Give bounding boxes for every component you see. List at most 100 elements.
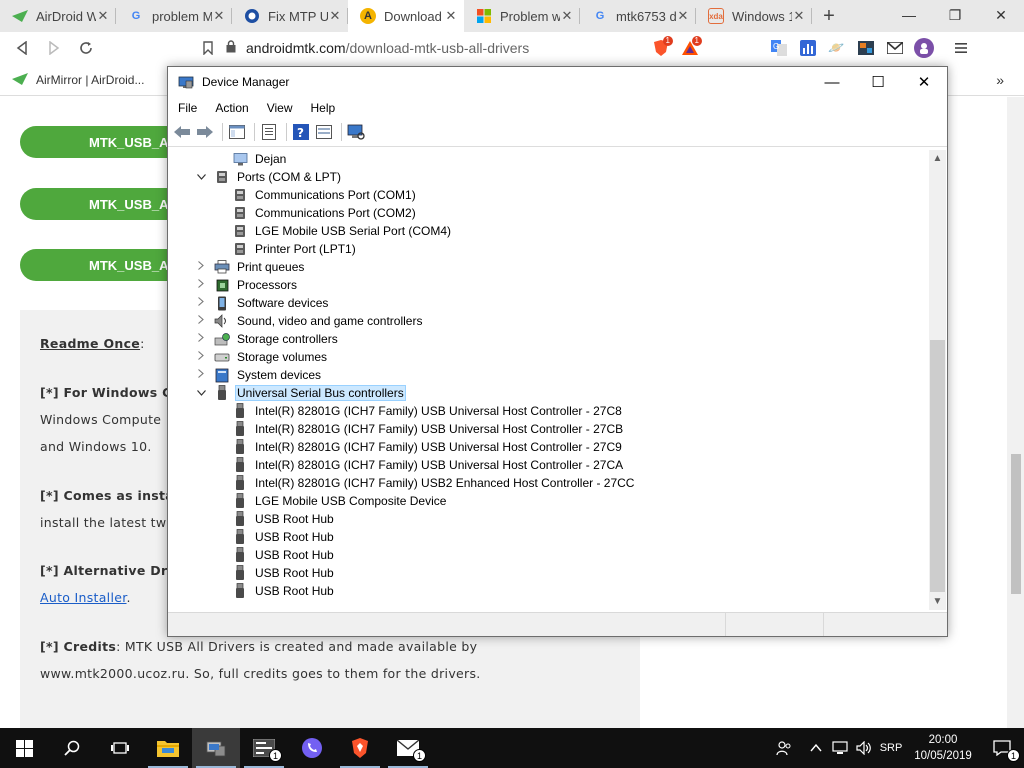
tree-device[interactable]: USB Root Hub	[232, 528, 336, 546]
minimize-button[interactable]: —	[886, 0, 932, 30]
reload-button[interactable]	[70, 32, 102, 64]
view-icon[interactable]	[314, 122, 334, 142]
close-icon[interactable]: ✕	[676, 8, 690, 24]
volume-icon[interactable]	[852, 741, 876, 755]
tab-fix-mtp[interactable]: Fix MTP US ✕	[232, 0, 348, 32]
maximize-button[interactable]: ❐	[932, 0, 978, 30]
tree-device[interactable]: Communications Port (COM2)	[232, 204, 418, 222]
close-icon[interactable]: ✕	[212, 8, 226, 24]
tree-category[interactable]: Processors	[194, 276, 299, 294]
close-button[interactable]: ✕	[978, 0, 1024, 30]
tree-device[interactable]: Dejan	[232, 150, 288, 168]
tab-problem-m[interactable]: G problem M ✕	[116, 0, 232, 32]
clock[interactable]: 20:00 10/05/2019	[906, 732, 980, 764]
tree-category[interactable]: Print queues	[194, 258, 306, 276]
menu-action[interactable]: Action	[205, 101, 256, 115]
tree-category[interactable]: System devices	[194, 366, 323, 384]
chevron-up-icon[interactable]	[804, 744, 828, 752]
tab-download[interactable]: A Download ✕	[348, 0, 464, 32]
chevron-right-icon[interactable]	[194, 315, 208, 327]
tree-device[interactable]: USB Root Hub	[232, 546, 336, 564]
tab-windows[interactable]: xda Windows 1 ✕	[696, 0, 812, 32]
device-tree-scrollbar[interactable]: ▲ ▼	[929, 150, 946, 610]
forward-arrow-icon[interactable]	[195, 122, 215, 142]
scroll-down-icon[interactable]: ▼	[929, 593, 946, 610]
new-tab-button[interactable]: +	[812, 0, 846, 32]
scroll-up-icon[interactable]: ▲	[929, 150, 946, 167]
tree-device[interactable]: Communications Port (COM1)	[232, 186, 418, 204]
tree-category[interactable]: Ports (COM & LPT)	[194, 168, 343, 186]
tree-device[interactable]: Intel(R) 82801G (ICH7 Family) USB2 Enhan…	[232, 474, 636, 492]
start-button[interactable]	[0, 728, 48, 768]
tab-problem-w[interactable]: Problem w ✕	[464, 0, 580, 32]
scan-hardware-icon[interactable]	[346, 122, 366, 142]
help-icon[interactable]: ?	[291, 122, 311, 142]
language-indicator[interactable]: SRP	[876, 742, 906, 754]
tree-device[interactable]: LGE Mobile USB Composite Device	[232, 492, 448, 510]
tree-category[interactable]: Storage controllers	[194, 330, 340, 348]
tab-airdroid[interactable]: AirDroid W ✕	[0, 0, 116, 32]
close-icon[interactable]: ✕	[444, 8, 458, 24]
chevron-right-icon[interactable]	[194, 351, 208, 363]
menu-view[interactable]: View	[257, 101, 301, 115]
tree-device[interactable]: USB Root Hub	[232, 510, 336, 528]
tree-device[interactable]: Printer Port (LPT1)	[232, 240, 358, 258]
screen-extension-icon[interactable]	[851, 37, 880, 59]
chevron-right-icon[interactable]	[194, 297, 208, 309]
chevron-right-icon[interactable]	[194, 369, 208, 381]
back-button[interactable]	[6, 32, 38, 64]
dm-minimize-button[interactable]: —	[809, 67, 855, 97]
tab-mtk6753[interactable]: G mtk6753 d ✕	[580, 0, 696, 32]
tree-device[interactable]: USB Root Hub	[232, 564, 336, 582]
close-icon[interactable]: ✕	[792, 8, 806, 24]
chevron-right-icon[interactable]	[194, 261, 208, 273]
bookmarks-overflow-icon[interactable]: »	[996, 72, 1004, 88]
translate-icon[interactable]: G	[764, 37, 793, 59]
tree-category[interactable]: Sound, video and game controllers	[194, 312, 424, 330]
file-explorer-button[interactable]	[144, 728, 192, 768]
chevron-right-icon[interactable]	[194, 279, 208, 291]
dm-maximize-button[interactable]: ☐	[855, 67, 901, 97]
device-tree-scrollbar-thumb[interactable]	[930, 340, 945, 592]
auto-installer-link[interactable]: Auto Installer	[40, 590, 127, 605]
tree-category[interactable]: Universal Serial Bus controllers	[194, 384, 406, 402]
mail-extension-icon[interactable]	[880, 37, 909, 59]
close-icon[interactable]: ✕	[560, 8, 574, 24]
device-manager-titlebar[interactable]: Device Manager — ☐ ✕	[168, 67, 947, 97]
menu-icon[interactable]	[946, 37, 975, 59]
forward-button[interactable]	[38, 32, 70, 64]
tree-category[interactable]: Software devices	[194, 294, 330, 312]
menu-help[interactable]: Help	[301, 101, 344, 115]
bat-rewards-icon[interactable]: 1	[675, 36, 704, 59]
viber-button[interactable]	[288, 728, 336, 768]
device-tree[interactable]: Dejan Ports (COM & LPT) Communications Por…	[170, 150, 931, 610]
network-icon[interactable]	[828, 741, 852, 755]
brave-browser-button[interactable]	[336, 728, 384, 768]
close-icon[interactable]: ✕	[96, 8, 110, 24]
search-button[interactable]	[48, 728, 96, 768]
action-center-button[interactable]: 1	[980, 728, 1024, 768]
properties-icon[interactable]	[259, 122, 279, 142]
tree-device[interactable]: LGE Mobile USB Serial Port (COM4)	[232, 222, 453, 240]
tree-device[interactable]: Intel(R) 82801G (ICH7 Family) USB Univer…	[232, 402, 624, 420]
chevron-right-icon[interactable]	[194, 333, 208, 345]
device-manager-taskbar-button[interactable]	[192, 728, 240, 768]
tree-device[interactable]: USB Root Hub	[232, 582, 336, 600]
profile-avatar[interactable]	[909, 37, 938, 59]
stats-extension-icon[interactable]	[793, 37, 822, 59]
bookmark-airmirror[interactable]: AirMirror | AirDroid...	[12, 72, 144, 87]
chevron-down-icon[interactable]	[194, 388, 208, 399]
task-view-button[interactable]	[96, 728, 144, 768]
page-scrollbar-thumb[interactable]	[1011, 454, 1021, 594]
tree-device[interactable]: Intel(R) 82801G (ICH7 Family) USB Univer…	[232, 420, 625, 438]
page-scrollbar[interactable]	[1007, 97, 1024, 728]
planet-extension-icon[interactable]: 🪐	[822, 37, 851, 59]
dm-close-button[interactable]: ✕	[901, 67, 947, 97]
close-icon[interactable]: ✕	[328, 8, 342, 24]
brave-shield-icon[interactable]: 1	[646, 36, 675, 59]
show-hide-console-tree-icon[interactable]	[227, 122, 247, 142]
tree-category[interactable]: Storage volumes	[194, 348, 329, 366]
menu-file[interactable]: File	[168, 101, 205, 115]
tree-device[interactable]: Intel(R) 82801G (ICH7 Family) USB Univer…	[232, 438, 624, 456]
chevron-down-icon[interactable]	[194, 172, 208, 183]
